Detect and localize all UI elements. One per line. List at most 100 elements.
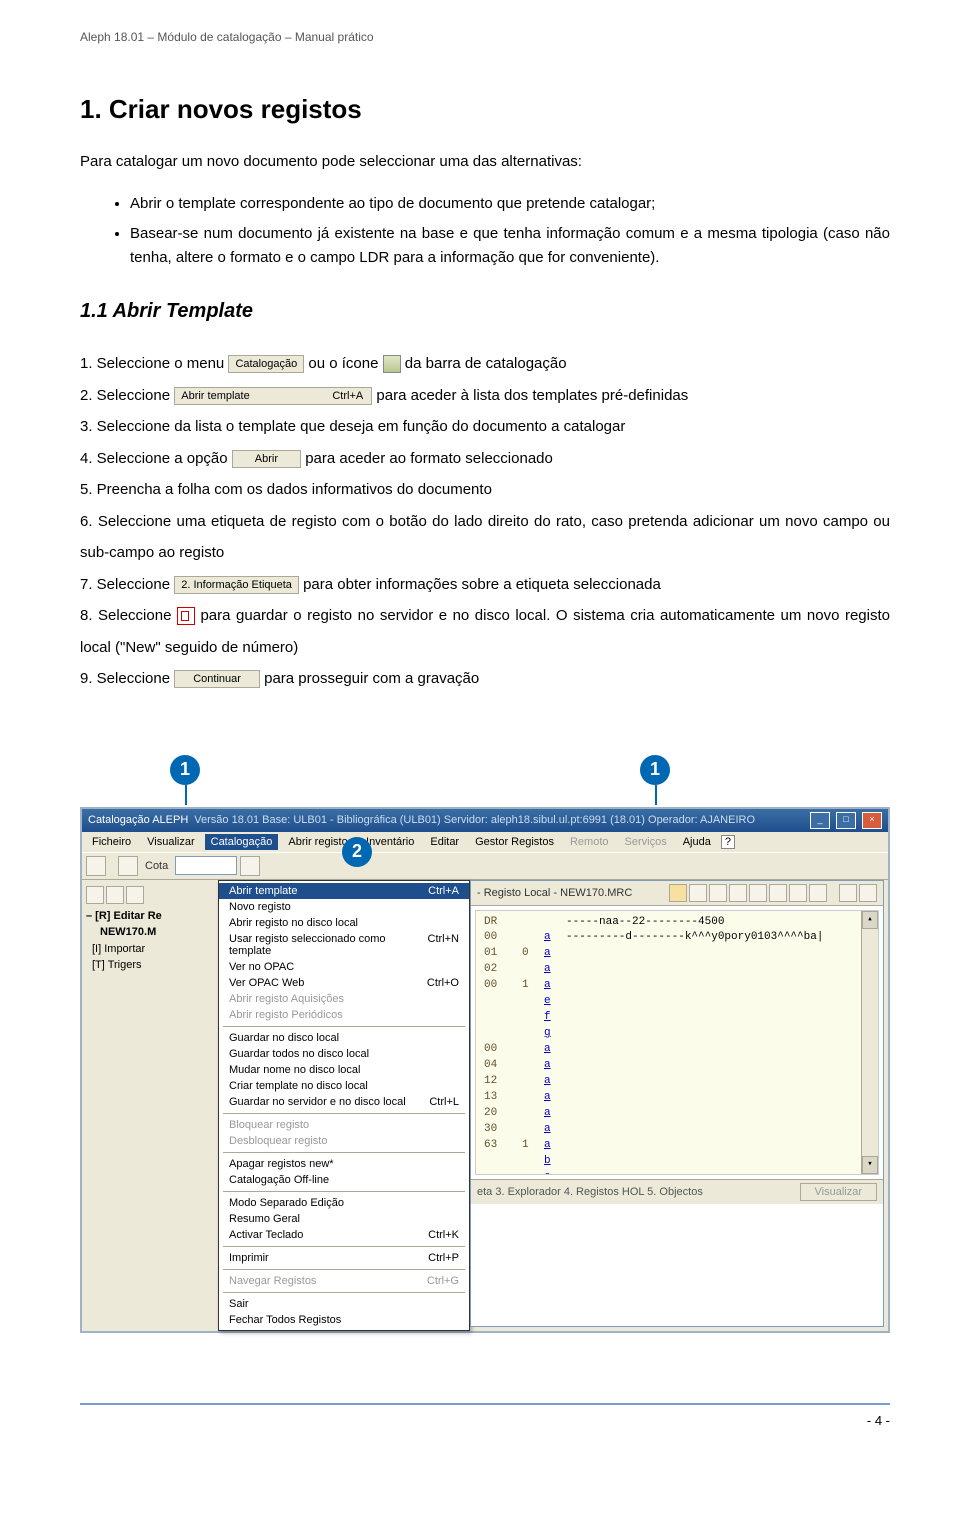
- menu-bar: Ficheiro Visualizar Catalogação Abrir re…: [82, 832, 888, 852]
- toolbar-label-cota: Cota: [141, 860, 172, 872]
- grid-row[interactable]: 631a: [484, 1138, 870, 1154]
- menu-gestor-registos[interactable]: Gestor Registos: [469, 834, 560, 850]
- tree-item[interactable]: [T] Trigers: [86, 957, 216, 974]
- grid-cell: [522, 915, 536, 931]
- grid-row[interactable]: 20a: [484, 1106, 870, 1122]
- menu-visualizar[interactable]: Visualizar: [141, 834, 201, 850]
- bottom-tabs-text[interactable]: eta 3. Explorador 4. Registos HOL 5. Obj…: [477, 1186, 703, 1198]
- abrir-button[interactable]: Abrir: [232, 450, 301, 468]
- dropdown-item-label: Guardar no servidor e no disco local: [229, 1096, 406, 1108]
- catalogacao-button[interactable]: Catalogação: [228, 355, 304, 373]
- scroll-down-icon[interactable]: ▾: [862, 1156, 878, 1174]
- cota-input[interactable]: [175, 856, 237, 875]
- grid-row[interactable]: 30a: [484, 1122, 870, 1138]
- editor-toolbar-icon[interactable]: [709, 884, 727, 902]
- tree-tab-icon[interactable]: [106, 886, 124, 904]
- grid-row[interactable]: 12a: [484, 1074, 870, 1090]
- dropdown-item-shortcut: Ctrl+K: [428, 1229, 459, 1241]
- editor-toolbar-icon[interactable]: [729, 884, 747, 902]
- dropdown-item[interactable]: Criar template no disco local: [219, 1078, 469, 1094]
- dropdown-item-label: Criar template no disco local: [229, 1080, 368, 1092]
- grid-row[interactable]: 04a: [484, 1058, 870, 1074]
- menu-servicos: Serviços: [619, 834, 673, 850]
- editor-toolbar-icon[interactable]: [769, 884, 787, 902]
- record-editor: - Registo Local - NEW170.MRC ▴: [470, 880, 884, 1327]
- grid-row[interactable]: DR-----naa--22--------4500: [484, 915, 870, 931]
- minimize-button[interactable]: _: [810, 812, 830, 829]
- grid-row[interactable]: g: [484, 1026, 870, 1042]
- dropdown-item-label: Abrir registo Periódicos: [229, 1009, 343, 1021]
- menu-ajuda[interactable]: Ajuda: [677, 834, 717, 850]
- intro-paragraph: Para catalogar um novo documento pode se…: [80, 150, 890, 174]
- dropdown-item[interactable]: Modo Separado Edição: [219, 1195, 469, 1211]
- dropdown-item[interactable]: Catalogação Off-line: [219, 1172, 469, 1188]
- scrollbar[interactable]: ▴ ▾: [861, 911, 878, 1174]
- grid-row[interactable]: b: [484, 1154, 870, 1170]
- menu-ficheiro[interactable]: Ficheiro: [86, 834, 137, 850]
- editor-toolbar-icon[interactable]: [689, 884, 707, 902]
- grid-row[interactable]: 00a: [484, 1042, 870, 1058]
- scroll-up-icon[interactable]: ▴: [862, 911, 878, 929]
- grid-cell: 00: [484, 978, 514, 994]
- editor-toolbar-icon[interactable]: [669, 884, 687, 902]
- tree-item[interactable]: – [R] Editar Re: [86, 908, 216, 925]
- menu-item-label: Abrir template: [181, 390, 249, 402]
- dropdown-item[interactable]: Guardar no disco local: [219, 1030, 469, 1046]
- tree-item[interactable]: NEW170.M: [86, 924, 216, 941]
- continuar-button[interactable]: Continuar: [174, 670, 260, 688]
- dropdown-item-label: Abrir template: [229, 885, 297, 897]
- toolbar-icon[interactable]: [86, 856, 106, 876]
- grid-row[interactable]: c: [484, 1170, 870, 1175]
- dropdown-item[interactable]: Mudar nome no disco local: [219, 1062, 469, 1078]
- grid-row[interactable]: 010a: [484, 946, 870, 962]
- editor-toolbar-icon[interactable]: [859, 884, 877, 902]
- grid-cell: a: [544, 1090, 558, 1106]
- editor-toolbar-icon[interactable]: [749, 884, 767, 902]
- menu-catalogacao[interactable]: Catalogação: [205, 834, 279, 850]
- grid-cell: [522, 1090, 536, 1106]
- dropdown-item[interactable]: Guardar todos no disco local: [219, 1046, 469, 1062]
- grid-row[interactable]: 001a: [484, 978, 870, 994]
- grid-row[interactable]: 02a: [484, 962, 870, 978]
- grid-cell: a: [544, 1058, 558, 1074]
- grid-row[interactable]: f: [484, 1010, 870, 1026]
- grid-row[interactable]: 00a---------d--------k^^^y0pory0103^^^^b…: [484, 930, 870, 946]
- help-icon[interactable]: ?: [721, 835, 735, 849]
- visualizar-button[interactable]: Visualizar: [800, 1183, 878, 1201]
- dropdown-item[interactable]: Ver no OPAC: [219, 959, 469, 975]
- dropdown-item[interactable]: Fechar Todos Registos: [219, 1312, 469, 1328]
- toolbar-icon[interactable]: [240, 856, 260, 876]
- dropdown-item[interactable]: Sair: [219, 1296, 469, 1312]
- step-text: para prosseguir com a gravação: [264, 670, 479, 687]
- tree-item[interactable]: [I] Importar: [86, 941, 216, 958]
- menu-editar[interactable]: Editar: [424, 834, 465, 850]
- dropdown-item[interactable]: Abrir registo no disco local: [219, 915, 469, 931]
- dropdown-item[interactable]: Ver OPAC WebCtrl+O: [219, 975, 469, 991]
- grid-row[interactable]: 13a: [484, 1090, 870, 1106]
- info-etiqueta-tab[interactable]: 2. Informação Etiqueta: [174, 576, 299, 594]
- dropdown-item[interactable]: Usar registo seleccionado como templateC…: [219, 931, 469, 959]
- editor-toolbar-icon[interactable]: [789, 884, 807, 902]
- dropdown-item-label: Resumo Geral: [229, 1213, 300, 1225]
- dropdown-item[interactable]: ImprimirCtrl+P: [219, 1250, 469, 1266]
- editor-toolbar-icon[interactable]: [809, 884, 827, 902]
- dropdown-item[interactable]: Activar TecladoCtrl+K: [219, 1227, 469, 1243]
- editor-toolbar-icon[interactable]: [839, 884, 857, 902]
- toolbar-icon[interactable]: [118, 856, 138, 876]
- grid-cell: 0: [522, 946, 536, 962]
- record-grid[interactable]: ▴ ▾ DR-----naa--22--------450000a-------…: [475, 910, 879, 1175]
- dropdown-item[interactable]: Abrir templateCtrl+A: [219, 883, 469, 899]
- dropdown-item[interactable]: Resumo Geral: [219, 1211, 469, 1227]
- abrir-template-menu-item[interactable]: Abrir template Ctrl+A: [174, 387, 372, 405]
- save-icon[interactable]: [177, 607, 195, 625]
- tree-tab-icon[interactable]: [86, 886, 104, 904]
- dropdown-item[interactable]: Guardar no servidor e no disco localCtrl…: [219, 1094, 469, 1110]
- grid-row[interactable]: e: [484, 994, 870, 1010]
- maximize-button[interactable]: □: [836, 812, 856, 829]
- tree-tab-icon[interactable]: [126, 886, 144, 904]
- step-text: para guardar o registo no servidor e no …: [80, 607, 890, 656]
- catalog-icon[interactable]: [383, 355, 401, 373]
- close-button[interactable]: ×: [862, 812, 882, 829]
- dropdown-item[interactable]: Novo registo: [219, 899, 469, 915]
- dropdown-item[interactable]: Apagar registos new*: [219, 1156, 469, 1172]
